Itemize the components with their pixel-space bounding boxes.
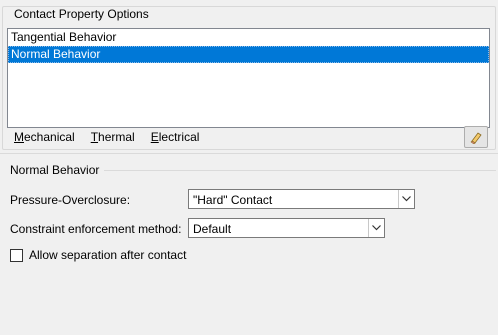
pressure-overclosure-label: Pressure-Overclosure: bbox=[10, 193, 131, 207]
list-item-tangential-behavior[interactable]: Tangential Behavior bbox=[8, 29, 489, 46]
contact-property-options-group: Contact Property Options Tangential Beha… bbox=[2, 6, 496, 150]
menu-mechanical[interactable]: Mechanical bbox=[14, 130, 75, 144]
constraint-method-value: Default bbox=[193, 222, 232, 236]
panel-divider bbox=[0, 153, 498, 154]
behavior-menu-bar: Mechanical Thermal Electrical bbox=[14, 130, 199, 144]
allow-separation-checkbox[interactable] bbox=[10, 248, 23, 262]
menu-thermal[interactable]: Thermal bbox=[91, 130, 135, 144]
constraint-method-select[interactable]: Default bbox=[188, 218, 385, 238]
group-title: Contact Property Options bbox=[11, 7, 152, 21]
allow-separation-label[interactable]: Allow separation after contact bbox=[29, 248, 186, 262]
constraint-method-label: Constraint enforcement method: bbox=[10, 222, 182, 236]
menu-electrical[interactable]: Electrical bbox=[151, 130, 200, 144]
menu-thermal-rest: hermal bbox=[98, 130, 135, 144]
list-item-normal-behavior[interactable]: Normal Behavior bbox=[8, 46, 489, 63]
chevron-down-icon[interactable] bbox=[398, 190, 414, 208]
pressure-overclosure-value: "Hard" Contact bbox=[193, 193, 273, 207]
allow-separation-row: Allow separation after contact bbox=[10, 248, 186, 262]
section-title-divider bbox=[104, 170, 496, 171]
menu-mechanical-rest: echanical bbox=[24, 130, 75, 144]
section-title: Normal Behavior bbox=[10, 163, 100, 177]
delete-behavior-button[interactable] bbox=[464, 126, 488, 148]
menu-mechanical-mnemonic: M bbox=[14, 130, 24, 144]
eraser-icon bbox=[470, 132, 482, 144]
menu-thermal-mnemonic: T bbox=[90, 130, 99, 144]
menu-electrical-rest: lectrical bbox=[158, 130, 200, 144]
contact-property-list[interactable]: Tangential Behavior Normal Behavior bbox=[7, 28, 490, 128]
chevron-down-icon[interactable] bbox=[368, 219, 384, 237]
pressure-overclosure-select[interactable]: "Hard" Contact bbox=[188, 189, 415, 209]
menu-electrical-mnemonic: E bbox=[150, 130, 159, 144]
